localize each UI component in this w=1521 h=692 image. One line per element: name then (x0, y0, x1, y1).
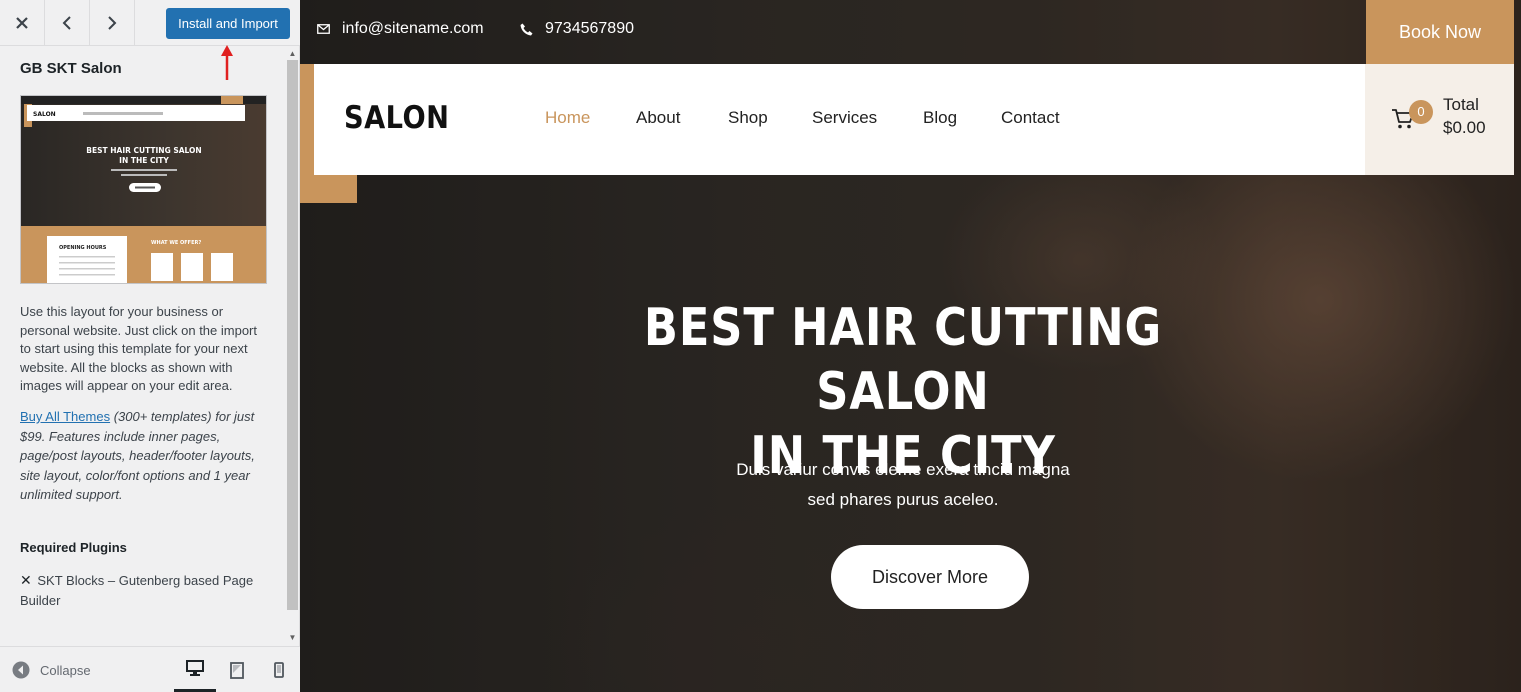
hero-subtitle-line-1: Duis variur convls eleme exera tincid ma… (736, 460, 1070, 479)
hero-subtitle-line-2: sed phares purus aceleo. (807, 490, 999, 509)
not-installed-x-icon: ✕ (20, 572, 32, 588)
nav-blog[interactable]: Blog (923, 108, 957, 128)
collapse-button[interactable]: Collapse (12, 659, 91, 681)
device-desktop-button[interactable] (174, 647, 216, 692)
topbar-phone[interactable]: 9734567890 (520, 20, 634, 38)
theme-promo: Buy All Themes (300+ templates) for just… (20, 407, 265, 505)
nav-services[interactable]: Services (812, 108, 877, 128)
close-icon (16, 16, 28, 29)
collapse-arrow-icon (12, 661, 30, 679)
site-header: SALON Home About Shop Services Blog Cont… (314, 64, 1514, 175)
email-text: info@sitename.com (342, 20, 484, 37)
theme-description: Use this layout for your business or per… (20, 304, 257, 393)
previous-theme-button[interactable] (45, 0, 90, 45)
cart-total-label: Total (1443, 95, 1479, 114)
envelope-icon (317, 24, 330, 34)
hero-title-line-1: BEST HAIR CUTTING SALON (643, 298, 1163, 422)
nav-contact[interactable]: Contact (1001, 108, 1060, 128)
chevron-right-icon (108, 15, 117, 30)
sidebar-footer: Collapse (0, 646, 300, 692)
book-now-button[interactable]: Book Now (1366, 0, 1514, 64)
tablet-icon (230, 661, 244, 679)
svg-text:WHAT WE OFFER?: WHAT WE OFFER? (151, 240, 201, 246)
desktop-icon (186, 660, 204, 676)
mobile-icon (274, 662, 284, 678)
device-mobile-button[interactable] (258, 647, 300, 692)
site-preview[interactable]: info@sitename.com 9734567890 Book Now SA… (300, 0, 1521, 692)
nav-about[interactable]: About (636, 108, 680, 128)
theme-name: GB SKT Salon (20, 60, 122, 77)
sidebar-content[interactable]: GB SKT Salon SALON BEST HAIR CUTTING SAL… (0, 46, 300, 646)
topbar-email[interactable]: info@sitename.com (317, 20, 484, 38)
hero-subtitle: Duis variur convls eleme exera tincid ma… (660, 455, 1146, 515)
required-plugin-item: ✕ SKT Blocks – Gutenberg based Page Buil… (20, 570, 265, 611)
plugin-name: SKT Blocks – Gutenberg based Page Builde… (20, 573, 254, 608)
svg-text:OPENING HOURS: OPENING HOURS (59, 245, 107, 251)
sidebar-scrollbar[interactable]: ▲ ▼ (286, 46, 299, 646)
scroll-up-arrow-icon[interactable]: ▲ (287, 48, 298, 60)
svg-text:IN THE CITY: IN THE CITY (119, 156, 169, 165)
svg-text:SALON: SALON (33, 111, 56, 118)
theme-screenshot-image: SALON BEST HAIR CUTTING SALON IN THE CIT… (21, 96, 266, 283)
phone-text: 9734567890 (545, 20, 634, 37)
cart-total-value: $0.00 (1443, 118, 1486, 137)
required-plugins-title: Required Plugins (20, 540, 127, 555)
close-button[interactable] (0, 0, 45, 45)
site-logo[interactable]: SALON (344, 100, 449, 136)
collapse-label: Collapse (40, 662, 91, 678)
nav-home[interactable]: Home (545, 108, 590, 128)
scroll-down-arrow-icon[interactable]: ▼ (287, 632, 298, 644)
buy-all-themes-link[interactable]: Buy All Themes (20, 409, 110, 424)
discover-more-button[interactable]: Discover More (831, 545, 1029, 609)
next-theme-button[interactable] (90, 0, 135, 45)
chevron-left-icon (62, 15, 71, 30)
nav-shop[interactable]: Shop (728, 108, 768, 128)
theme-screenshot: SALON BEST HAIR CUTTING SALON IN THE CIT… (20, 95, 267, 284)
svg-text:BEST HAIR CUTTING SALON: BEST HAIR CUTTING SALON (86, 146, 201, 155)
cart-count-badge: 0 (1409, 100, 1433, 124)
customizer-sidebar: Install and Import GB SKT Salon SALON BE… (0, 0, 300, 692)
cart-widget[interactable]: 0 Total $0.00 (1365, 64, 1514, 175)
phone-icon (520, 23, 533, 35)
install-and-import-button[interactable]: Install and Import (166, 8, 290, 39)
sidebar-header: Install and Import (0, 0, 300, 46)
scrollbar-thumb[interactable] (287, 60, 298, 610)
device-tablet-button[interactable] (216, 647, 258, 692)
